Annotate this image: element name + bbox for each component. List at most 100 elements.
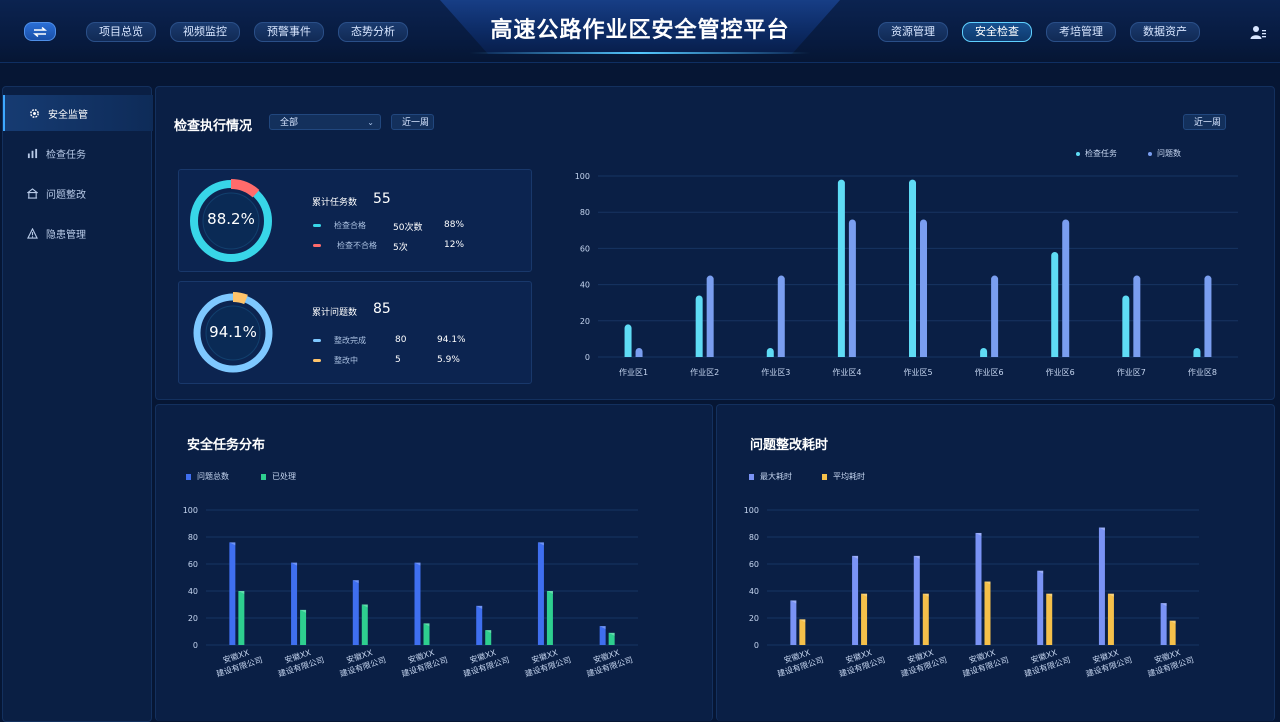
x-tick-label: 安徽XX建设有限公司 — [896, 644, 948, 679]
y-tick-label: 80 — [188, 533, 198, 542]
x-tick-label: 安徽XX建设有限公司 — [212, 644, 264, 679]
legend-issue-count: 问题数 — [1148, 148, 1181, 159]
bar — [537, 542, 544, 645]
y-tick-label: 60 — [749, 560, 759, 569]
bar — [991, 275, 999, 357]
bar — [848, 219, 856, 357]
bar — [790, 600, 797, 645]
pass-percent: 88% — [444, 220, 465, 230]
legend-label: 平均耗时 — [833, 472, 865, 481]
legend-swatch — [822, 473, 827, 480]
bar — [1107, 593, 1114, 645]
task-stat-card: 88.2% 累计任务数 55 检查合格 50次数 88% 检查不合格 5次 12… — [178, 169, 532, 272]
status-filter-select[interactable]: 全部 ⌄ — [269, 114, 381, 130]
x-tick-label: 安徽XX建设有限公司 — [520, 644, 572, 679]
y-tick-label: 0 — [754, 641, 759, 650]
nav-training-management[interactable]: 考培管理 — [1046, 22, 1116, 42]
legend-swatch — [749, 473, 754, 480]
fail-label: 检查不合格 — [337, 241, 377, 250]
nav-safety-inspection[interactable]: 安全检查 — [962, 22, 1032, 42]
inprogress-percent: 5.9% — [437, 355, 460, 365]
sidebar-item-hazard-management[interactable]: 隐患管理 — [3, 215, 151, 251]
task-percent: 88.2% — [207, 210, 255, 228]
nav-warning-events[interactable]: 预警事件 — [254, 22, 324, 42]
legend-label: 问题总数 — [197, 472, 229, 481]
inprogress-count: 5 — [395, 355, 401, 365]
bar — [624, 324, 632, 357]
task-distribution-title: 安全任务分布 — [187, 438, 266, 453]
done-percent: 94.1% — [437, 335, 466, 345]
swap-menu-button[interactable] — [24, 22, 56, 41]
rectify-time-title: 问题整改耗时 — [750, 438, 829, 453]
x-tick-label: 作业区6 — [975, 367, 1004, 377]
bar — [300, 609, 307, 645]
nav-project-overview[interactable]: 项目总览 — [86, 22, 156, 42]
status-filter-value: 全部 — [280, 118, 299, 128]
donut-remainder-arc — [232, 292, 248, 305]
user-settings-icon[interactable] — [1250, 24, 1266, 40]
bar-chart-icon — [27, 148, 38, 158]
x-tick-label: 安徽XX建设有限公司 — [834, 644, 886, 679]
bar — [1037, 570, 1044, 645]
sidebar: 安全监管 检查任务 问题整改 隐患管理 — [2, 86, 153, 722]
legend-dot — [1148, 151, 1152, 156]
sidebar-item-label: 安全监管 — [48, 109, 88, 121]
bar — [1169, 620, 1176, 645]
issue-percent: 94.1% — [209, 323, 257, 341]
done-legend-mark — [313, 339, 321, 342]
y-tick-label: 20 — [188, 614, 198, 623]
y-tick-label: 80 — [580, 208, 590, 217]
bar — [238, 591, 245, 645]
rectify-time-bar-chart: 020406080100安徽XX建设有限公司 安徽XX建设有限公司 安徽XX建设有限… — [744, 506, 1199, 679]
issue-total-label: 累计问题数 — [312, 308, 358, 318]
warning-icon — [27, 227, 38, 239]
sidebar-item-issue-rectification[interactable]: 问题整改 — [3, 175, 151, 211]
bar — [922, 593, 929, 645]
legend-max-time: 最大耗时 — [749, 471, 792, 482]
donut-remainder-arc — [230, 179, 260, 198]
x-tick-label: 安徽XX建设有限公司 — [1143, 644, 1195, 679]
legend-processed: 已处理 — [261, 471, 296, 482]
bar — [1133, 275, 1141, 357]
done-label: 整改完成 — [334, 336, 366, 345]
legend-total-issues: 问题总数 — [186, 471, 229, 482]
legend-label: 已处理 — [272, 472, 296, 481]
fail-percent: 12% — [444, 240, 465, 250]
issue-stat-card: 94.1% 累计问题数 85 整改完成 80 94.1% 整改中 5 5.9% — [178, 281, 532, 384]
period-select[interactable]: 近一周 ⌄ — [391, 114, 434, 130]
x-tick-label: 安徽XX建设有限公司 — [773, 644, 825, 679]
chevron-down-icon: ⌄ — [420, 118, 427, 127]
nav-data-assets[interactable]: 数据资产 — [1130, 22, 1200, 42]
nav-situation-analysis[interactable]: 态势分析 — [338, 22, 408, 42]
bar — [476, 605, 483, 645]
sidebar-item-safety-supervision[interactable]: 安全监管 — [3, 95, 153, 131]
sidebar-item-inspection-tasks[interactable]: 检查任务 — [3, 135, 151, 171]
bar — [1098, 527, 1105, 645]
y-tick-label: 40 — [580, 281, 590, 290]
nav-video-monitor[interactable]: 视频监控 — [170, 22, 240, 42]
chart-period-select[interactable]: 近一周 ⌄ — [1183, 114, 1226, 130]
x-tick-label: 作业区4 — [832, 367, 861, 377]
gear-icon — [30, 108, 39, 118]
legend-swatch — [186, 473, 191, 480]
chevron-down-icon: ⌄ — [1212, 118, 1219, 127]
nav-resource-management[interactable]: 资源管理 — [878, 22, 948, 42]
bar — [546, 591, 553, 645]
x-tick-label: 安徽XX建设有限公司 — [335, 644, 387, 679]
y-tick-label: 100 — [744, 506, 759, 515]
bar — [913, 555, 920, 645]
legend-label: 问题数 — [1157, 149, 1181, 158]
x-tick-label: 作业区3 — [761, 367, 790, 377]
bar — [695, 295, 703, 357]
y-tick-label: 0 — [193, 641, 198, 650]
y-tick-label: 40 — [749, 587, 759, 596]
bar — [920, 219, 927, 357]
inspection-panel: 检查执行情况 全部 ⌄ 近一周 ⌄ 近一周 ⌄ 88.2% 累计任务数 55 检… — [155, 86, 1275, 400]
rectify-time-panel: 问题整改耗时 最大耗时 平均耗时 0 20 40 60 80 100 安徽XX建设有限公司安… — [716, 404, 1275, 721]
bar — [635, 347, 643, 357]
top-header: 高速公路作业区安全管控平台 项目总览 视频监控 预警事件 态势分析 资源管理 安… — [0, 0, 1280, 63]
bar — [852, 555, 859, 645]
y-tick-label: 80 — [749, 533, 759, 542]
x-tick-label: 作业区2 — [690, 367, 719, 377]
bar — [291, 562, 298, 645]
